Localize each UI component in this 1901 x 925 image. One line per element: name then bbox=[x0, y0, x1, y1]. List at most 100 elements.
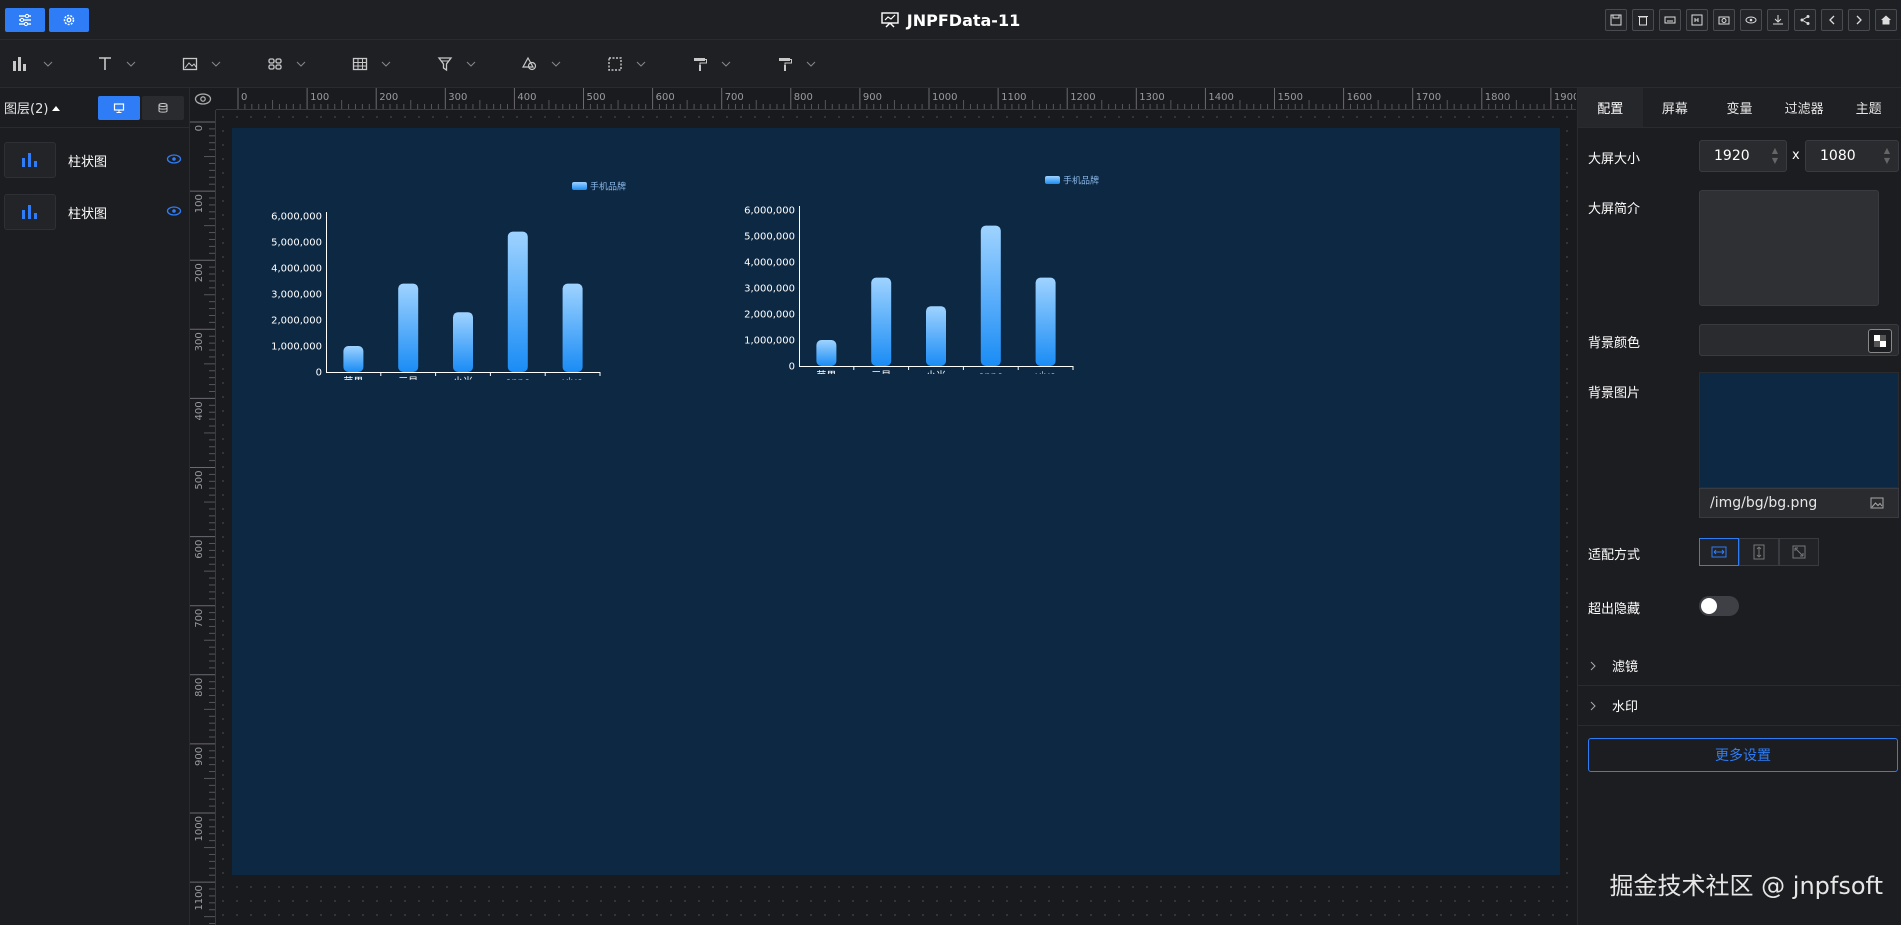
screen-canvas[interactable]: 手机品牌 0 1,000,000 2,000,000 3,000,000 4,000,00… bbox=[232, 128, 1560, 875]
layer-item[interactable]: 柱状图 bbox=[4, 194, 186, 230]
site-watermark: 掘金技术社区 @ jnpfsoft bbox=[1609, 872, 1883, 900]
filter-tool[interactable] bbox=[437, 52, 477, 76]
width-stepper[interactable]: ▲ ▼ bbox=[1772, 146, 1778, 166]
fit-stretch-button[interactable] bbox=[1779, 538, 1819, 566]
bar-chart-2[interactable]: 手机品牌 0 1,000,000 2,000,000 3,000,000 4,000,00… bbox=[737, 174, 1117, 375]
fit-height-button[interactable] bbox=[1739, 538, 1779, 566]
height-stepper[interactable]: ▲ ▼ bbox=[1884, 146, 1890, 166]
tab-config[interactable]: 配置 bbox=[1578, 88, 1643, 127]
decoration-tool[interactable] bbox=[692, 52, 732, 76]
settings-button[interactable] bbox=[49, 8, 89, 32]
keyboard-icon bbox=[1664, 16, 1676, 24]
bar[interactable] bbox=[562, 283, 583, 372]
undo-button[interactable] bbox=[1821, 9, 1843, 31]
width-input[interactable]: 1920 ▲ ▼ bbox=[1699, 140, 1787, 172]
camera-icon bbox=[1718, 16, 1730, 25]
eye-icon[interactable] bbox=[166, 152, 182, 166]
chevron-down-icon bbox=[636, 61, 646, 67]
bar[interactable] bbox=[398, 283, 419, 372]
chart-legend[interactable]: 手机品牌 bbox=[572, 181, 626, 193]
chevron-right-icon bbox=[1590, 661, 1596, 670]
bar[interactable] bbox=[507, 231, 528, 372]
bar[interactable] bbox=[453, 312, 473, 372]
color-picker-button[interactable] bbox=[1868, 329, 1892, 353]
eye-icon bbox=[194, 93, 212, 105]
download-button[interactable] bbox=[1767, 9, 1789, 31]
caret-up-icon bbox=[52, 105, 61, 111]
bar[interactable] bbox=[343, 346, 364, 372]
preview-button[interactable] bbox=[1740, 9, 1762, 31]
height-input[interactable]: 1080 ▲ ▼ bbox=[1805, 140, 1899, 172]
fit-width-button[interactable] bbox=[1699, 538, 1739, 566]
y-tick-label: 4,000,000 bbox=[744, 258, 795, 269]
filter-section[interactable]: 滤镜 bbox=[1578, 646, 1900, 686]
shape-tool[interactable] bbox=[522, 52, 562, 76]
text-tool[interactable] bbox=[97, 52, 137, 76]
ruler-label: 400 bbox=[517, 92, 536, 103]
y-tick-label: 2,000,000 bbox=[744, 310, 795, 321]
layer-thumbnail bbox=[4, 142, 56, 178]
ruler-visibility-toggle[interactable] bbox=[190, 88, 216, 110]
ruler-label: 100 bbox=[194, 194, 205, 213]
overflow-toggle[interactable] bbox=[1699, 596, 1739, 616]
intro-textarea[interactable] bbox=[1699, 190, 1879, 306]
legend-swatch bbox=[1045, 176, 1060, 184]
ruler-label: 500 bbox=[194, 471, 205, 490]
bar[interactable] bbox=[1035, 277, 1056, 366]
table-icon bbox=[352, 57, 368, 71]
bg-color-input[interactable] bbox=[1699, 324, 1899, 356]
watermark-section[interactable]: 水印 bbox=[1578, 686, 1900, 726]
layers-toggle[interactable]: 图层(2) bbox=[4, 98, 61, 117]
html-button[interactable] bbox=[1686, 9, 1708, 31]
bg-image-preview[interactable] bbox=[1699, 372, 1899, 488]
ruler-label: 300 bbox=[448, 92, 467, 103]
chevron-down-icon bbox=[381, 61, 391, 67]
data-view-tab[interactable] bbox=[142, 96, 184, 120]
bg-image-label: 背景图片 bbox=[1588, 386, 1641, 401]
tab-variables[interactable]: 变量 bbox=[1707, 88, 1772, 127]
ruler-label: 900 bbox=[863, 92, 882, 103]
redo-button[interactable] bbox=[1848, 9, 1870, 31]
tab-theme[interactable]: 主题 bbox=[1836, 88, 1901, 127]
tab-filters[interactable]: 过滤器 bbox=[1772, 88, 1837, 127]
ruler-label: 600 bbox=[656, 92, 675, 103]
ruler-label: 1700 bbox=[1416, 92, 1441, 103]
widget-tool[interactable] bbox=[267, 52, 307, 76]
delete-button[interactable] bbox=[1632, 9, 1654, 31]
bar[interactable] bbox=[871, 277, 892, 366]
x-tick-label: oppo bbox=[505, 377, 530, 380]
keyboard-button[interactable] bbox=[1659, 9, 1681, 31]
bar[interactable] bbox=[816, 340, 837, 366]
title-bar: JNPFData-11 bbox=[0, 0, 1901, 40]
border-tool[interactable] bbox=[607, 52, 647, 76]
more-settings-button[interactable]: 更多设置 bbox=[1588, 738, 1898, 772]
canvas-workspace[interactable]: 手机品牌 0 1,000,000 2,000,000 3,000,000 4,000,00… bbox=[216, 110, 1576, 925]
shapes-icon bbox=[522, 56, 537, 71]
style-tool[interactable] bbox=[777, 52, 817, 76]
chart-legend[interactable]: 手机品牌 bbox=[1045, 175, 1099, 187]
screen-size-label: 大屏大小 bbox=[1588, 152, 1641, 167]
chevron-down-icon bbox=[211, 61, 221, 67]
bar-chart-1[interactable]: 手机品牌 0 1,000,000 2,000,000 3,000,000 4,000,00… bbox=[264, 180, 644, 381]
layer-item[interactable]: 柱状图 bbox=[4, 142, 186, 178]
chart-tool[interactable] bbox=[12, 52, 54, 76]
bg-image-path-input[interactable]: /img/bg/bg.png bbox=[1699, 488, 1899, 518]
ruler-label: 1600 bbox=[1347, 92, 1372, 103]
home-button[interactable] bbox=[1875, 9, 1897, 31]
tab-screen[interactable]: 屏幕 bbox=[1643, 88, 1708, 127]
image-tool[interactable] bbox=[182, 52, 222, 76]
share-button[interactable] bbox=[1794, 9, 1816, 31]
layer-view-tab[interactable] bbox=[98, 96, 140, 120]
sliders-button[interactable] bbox=[5, 8, 45, 32]
save-button[interactable] bbox=[1605, 9, 1627, 31]
bar[interactable] bbox=[926, 306, 946, 366]
image-icon[interactable] bbox=[1870, 497, 1884, 509]
x-tick-label: 苹果 bbox=[816, 369, 836, 374]
bar[interactable] bbox=[980, 225, 1001, 366]
ruler-label: 1800 bbox=[1485, 92, 1510, 103]
fit-mode-group bbox=[1699, 538, 1819, 566]
table-tool[interactable] bbox=[352, 52, 392, 76]
screenshot-button[interactable] bbox=[1713, 9, 1735, 31]
y-tick-label: 1,000,000 bbox=[744, 336, 795, 347]
eye-icon[interactable] bbox=[166, 204, 182, 218]
